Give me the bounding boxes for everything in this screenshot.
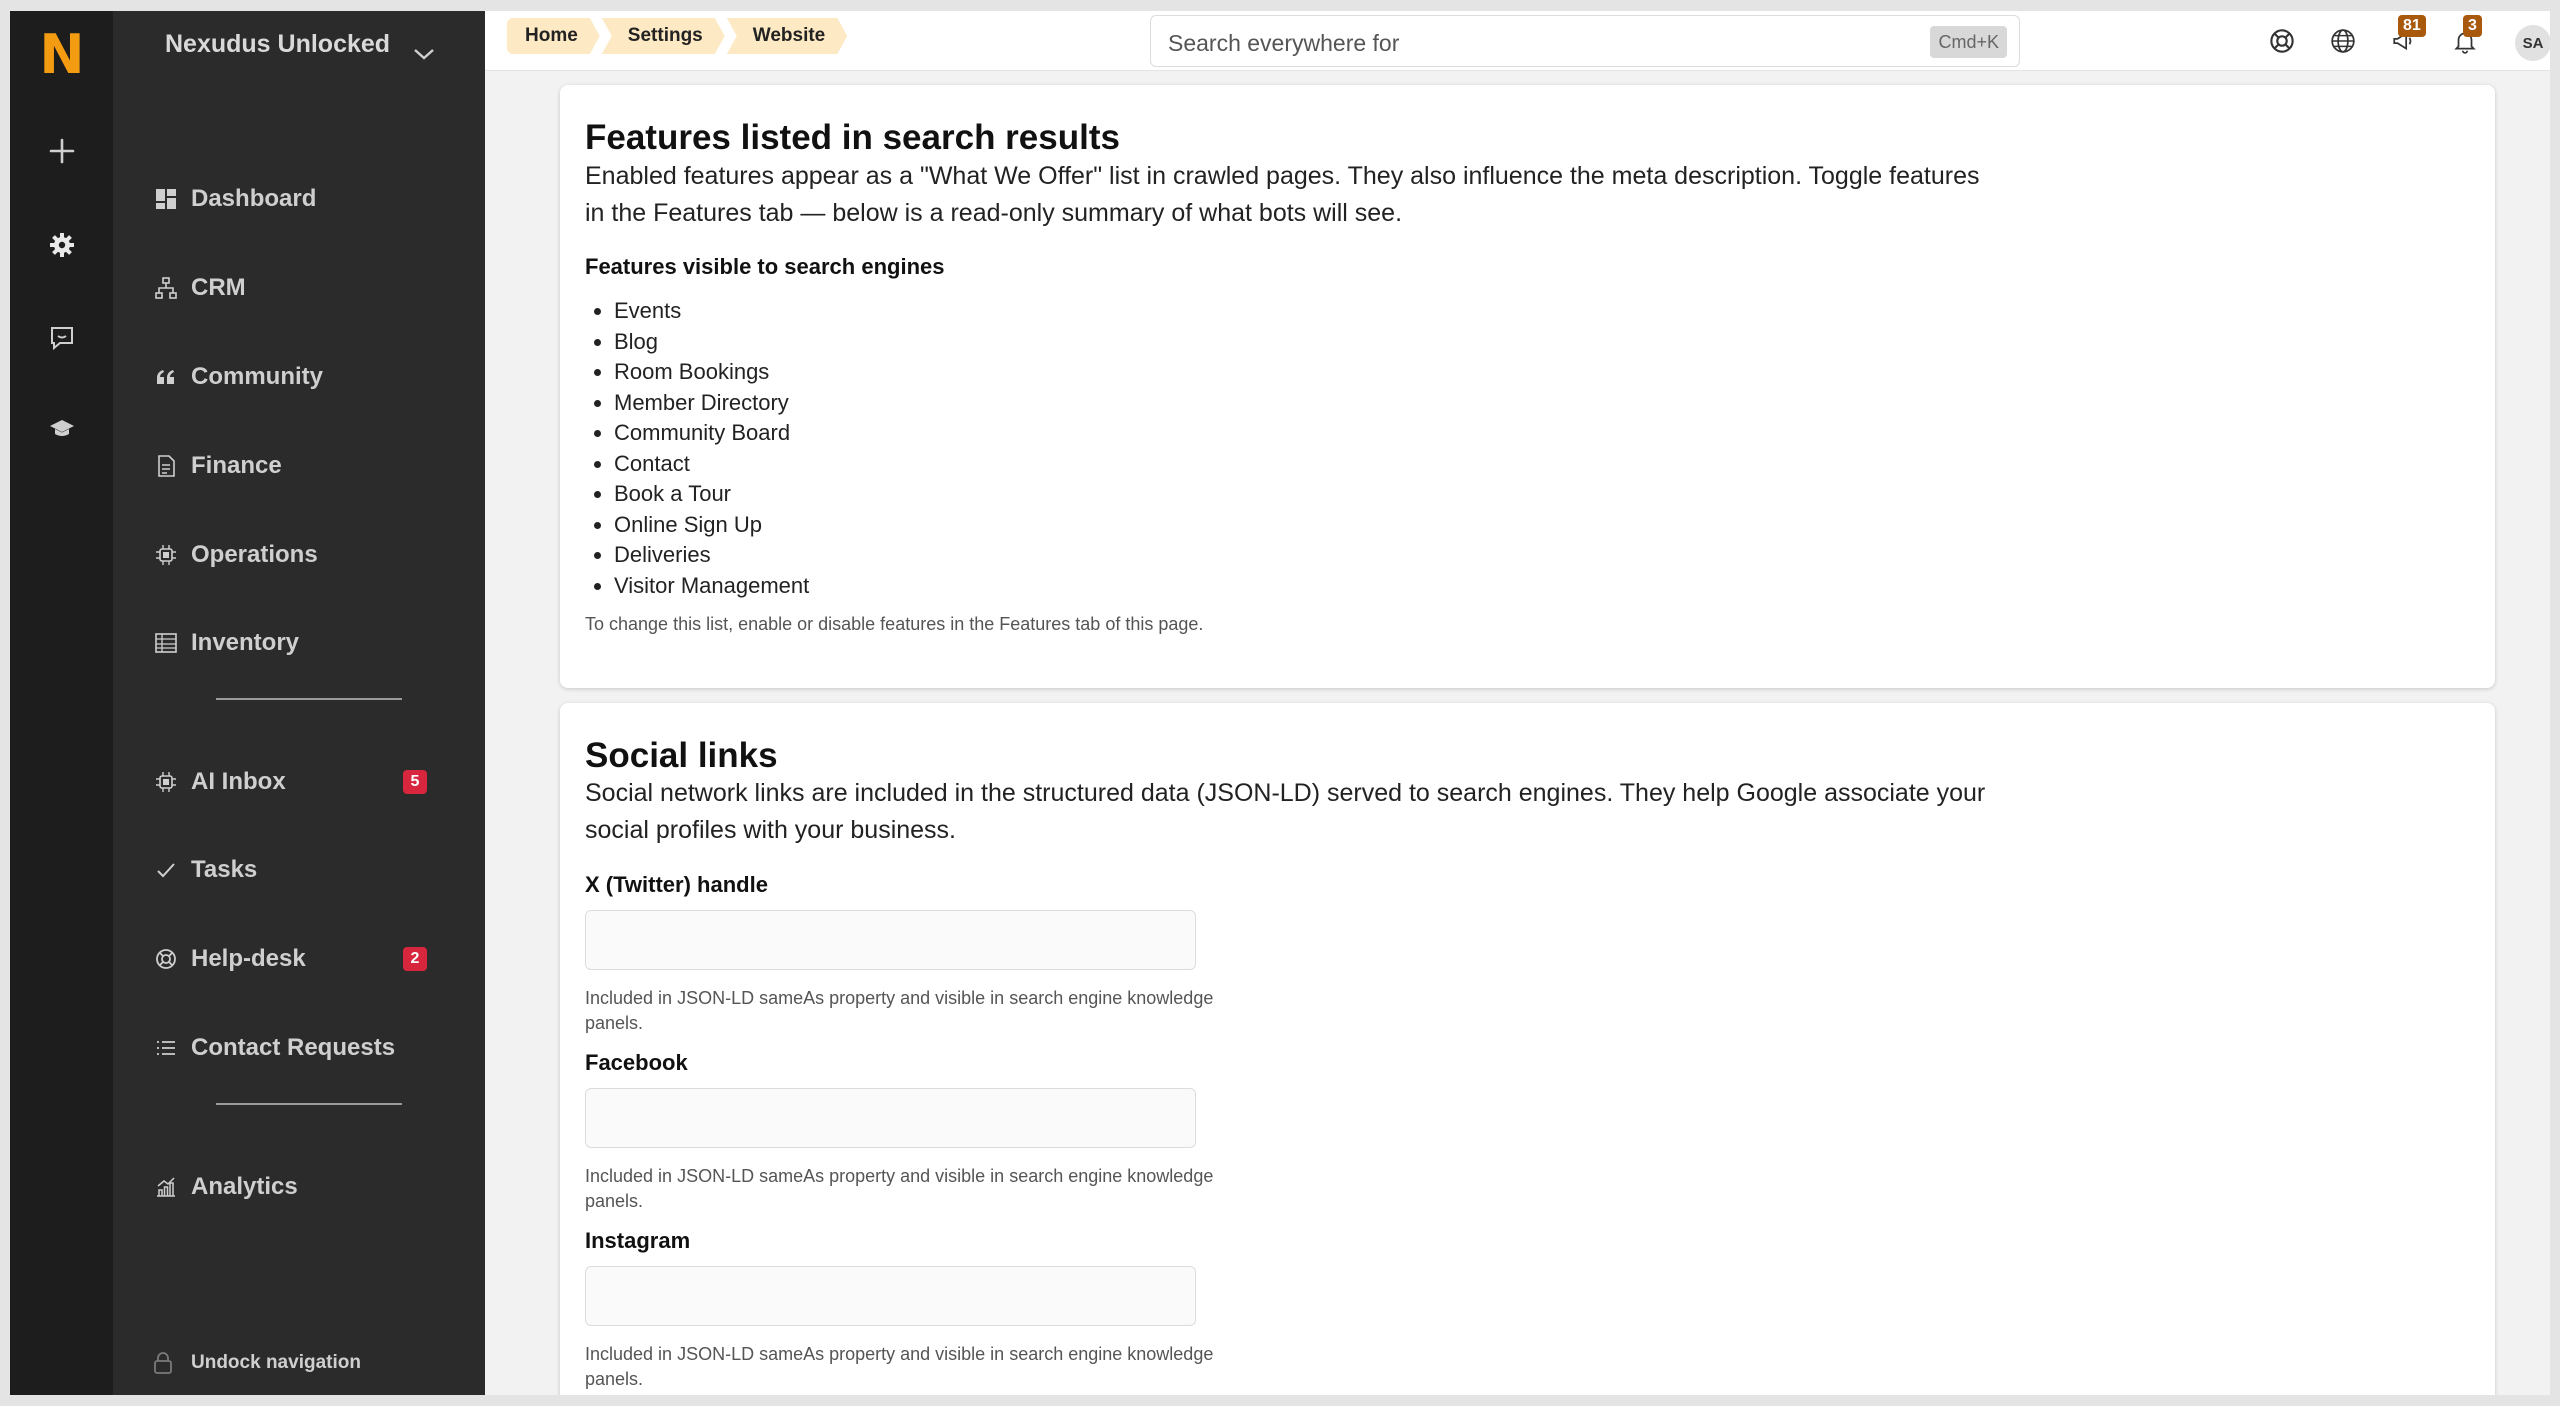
instagram-label: Instagram [585, 1228, 691, 1253]
facebook-label: Facebook [585, 1050, 688, 1075]
twitter-handle-input[interactable] [585, 910, 1196, 970]
list-item: Online Sign Up [614, 510, 809, 541]
search-input[interactable]: Search everywhere for Cmd+K [1150, 15, 2020, 67]
sidebar-item-label: Inventory [191, 629, 300, 656]
features-title: Features listed in search results [585, 118, 1120, 157]
breadcrumb-website[interactable]: Website [727, 18, 848, 54]
graduation-cap-icon[interactable] [40, 407, 84, 451]
instagram-input[interactable] [585, 1266, 1196, 1326]
list-item: Room Bookings [614, 357, 809, 388]
sidebar-item-inventory[interactable]: Inventory [153, 613, 453, 673]
sidebar-item-finance[interactable]: Finance [153, 436, 453, 496]
org-name[interactable]: Nexudus Unlocked [165, 29, 415, 59]
bell-icon[interactable]: 3 [2447, 15, 2483, 59]
sidebar-item-community[interactable]: Community [153, 347, 453, 407]
instagram-hint: Included in JSON-LD sameAs property and … [585, 1344, 1214, 1389]
undock-navigation-button[interactable]: Undock navigation [153, 1351, 361, 1375]
sidebar-item-label: Help-desk [191, 945, 306, 972]
chat-icon[interactable] [40, 316, 84, 360]
features-card: Features listed in search results Enable… [560, 85, 2495, 688]
list-item: Contact [614, 449, 809, 480]
list-item: Visitor Management [614, 571, 809, 602]
list-icon [153, 1035, 179, 1061]
list-item: Community Board [614, 418, 809, 449]
sidebar-item-label: CRM [191, 274, 246, 301]
breadcrumb: Home Settings Website [507, 18, 849, 54]
sidebar-item-label: AI Inbox [191, 768, 286, 795]
document-icon [153, 453, 179, 479]
twitter-hint: Included in JSON-LD sameAs property and … [585, 988, 1214, 1033]
social-links-card: Social links Social network links are in… [560, 703, 2495, 1395]
list-item: Book a Tour [614, 479, 809, 510]
count-badge: 81 [2398, 15, 2426, 37]
features-description: Enabled features appear as a "What We Of… [585, 162, 1980, 227]
sidebar: Nexudus Unlocked Dashboard CRM Community… [113, 11, 485, 1395]
announcements-icon[interactable]: 81 [2386, 15, 2426, 59]
facebook-input[interactable] [585, 1088, 1196, 1148]
sidebar-item-tasks[interactable]: Tasks [153, 840, 453, 900]
features-list-heading: Features visible to search engines [585, 254, 945, 279]
sidebar-item-label: Contact Requests [191, 1034, 396, 1061]
list-item: Blog [614, 327, 809, 358]
org-chart-icon [153, 275, 179, 301]
globe-icon[interactable] [2325, 23, 2361, 59]
plus-icon[interactable] [40, 129, 84, 173]
avatar[interactable]: SA [2515, 25, 2550, 61]
sidebar-item-crm[interactable]: CRM [153, 258, 453, 318]
icon-rail: N [10, 11, 113, 1395]
top-bar: Home Settings Website Search everywhere … [485, 11, 2550, 71]
features-hint: To change this list, enable or disable f… [585, 614, 1204, 634]
shortcut-hint: Cmd+K [1930, 26, 2007, 58]
lock-icon [153, 1351, 173, 1375]
list-item: Deliveries [614, 540, 809, 571]
breadcrumb-settings[interactable]: Settings [602, 18, 725, 54]
sidebar-item-label: Operations [191, 541, 318, 568]
chevron-down-icon[interactable] [413, 47, 435, 66]
app-window: N Nexudus Unlocked Dashboard CRM Communi… [10, 11, 2550, 1395]
lifebuoy-icon [153, 946, 179, 972]
breadcrumb-home[interactable]: Home [507, 18, 600, 54]
sidebar-divider [216, 1103, 402, 1105]
lifebuoy-icon[interactable] [2264, 23, 2300, 59]
sidebar-item-contact-requests[interactable]: Contact Requests [153, 1018, 453, 1078]
list-item: Member Directory [614, 388, 809, 419]
count-badge: 3 [2463, 15, 2482, 37]
quote-icon [153, 364, 179, 390]
social-description: Social network links are included in the… [585, 779, 1986, 844]
chart-icon [153, 1174, 179, 1200]
list-item: Events [614, 296, 809, 327]
sidebar-divider [216, 698, 402, 700]
sidebar-item-label: Dashboard [191, 185, 317, 212]
twitter-label: X (Twitter) handle [585, 872, 768, 897]
sidebar-item-label: Community [191, 363, 323, 390]
features-list: Events Blog Room Bookings Member Directo… [614, 296, 809, 601]
dashboard-icon [153, 186, 179, 212]
sidebar-item-dashboard[interactable]: Dashboard [153, 169, 453, 229]
sidebar-item-analytics[interactable]: Analytics [153, 1157, 453, 1217]
sidebar-item-label: Analytics [191, 1173, 298, 1200]
undock-label: Undock navigation [191, 1352, 361, 1373]
search-placeholder: Search everywhere for [1168, 30, 1400, 56]
count-badge: 2 [403, 947, 427, 971]
table-icon [153, 630, 179, 656]
check-icon [153, 857, 179, 883]
sidebar-item-ai-inbox[interactable]: AI Inbox 5 [153, 752, 453, 812]
gear-icon[interactable] [40, 223, 84, 267]
count-badge: 5 [403, 770, 427, 794]
sidebar-item-label: Finance [191, 452, 282, 479]
facebook-hint: Included in JSON-LD sameAs property and … [585, 1166, 1214, 1211]
sidebar-item-label: Tasks [191, 856, 258, 883]
sidebar-item-help-desk[interactable]: Help-desk 2 [153, 929, 453, 989]
sidebar-item-operations[interactable]: Operations [153, 525, 453, 585]
social-title: Social links [585, 736, 778, 775]
chip-icon [153, 542, 179, 568]
chip-icon [153, 769, 179, 795]
logo[interactable]: N [34, 27, 90, 83]
